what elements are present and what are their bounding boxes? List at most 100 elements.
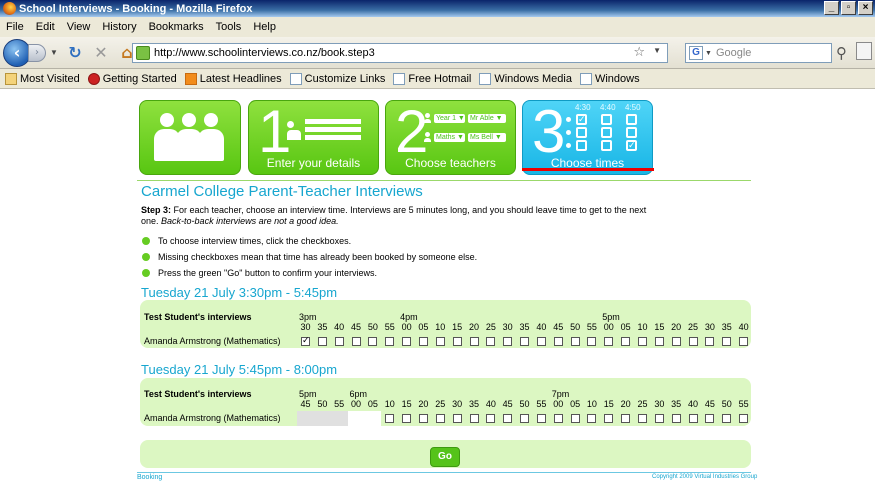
time-slot-checkbox[interactable] (638, 337, 647, 346)
time-slot-checkbox[interactable] (536, 414, 546, 423)
time-slot-checkbox[interactable] (486, 337, 496, 346)
search-engine-dropdown-icon[interactable]: ▼ (705, 50, 712, 57)
minute-label: 35 (519, 322, 530, 332)
page-icon (479, 72, 492, 85)
time-slot-checkbox[interactable] (570, 337, 580, 346)
time-slot-checkbox[interactable] (570, 414, 580, 423)
time-slot-checkbox[interactable] (503, 414, 513, 423)
bookmark-latest-headlines[interactable]: Latest Headlines (184, 72, 282, 85)
minute-label: 00 (553, 399, 564, 409)
history-dropdown-icon[interactable]: ▼ (50, 48, 58, 57)
time-slot-checkbox[interactable] (536, 337, 546, 346)
time-slot-checkbox[interactable] (621, 337, 631, 346)
address-bar[interactable]: http://www.schoolinterviews.co.nz/book.s… (132, 43, 668, 63)
time-slot-checkbox[interactable] (553, 414, 563, 423)
menu-help[interactable]: Help (253, 21, 276, 33)
time-slot-checkbox[interactable] (435, 337, 445, 346)
footer-link[interactable]: Booking (137, 474, 162, 481)
minimize-icon[interactable]: _ (824, 1, 839, 15)
search-go-icon[interactable]: ⚲ (836, 44, 847, 62)
time-slot-checkbox[interactable] (688, 337, 698, 346)
time-slot-checkbox[interactable] (486, 414, 496, 423)
time-slot-checkbox[interactable] (587, 337, 597, 346)
time-slot-checkbox[interactable] (418, 414, 428, 423)
time-slot-checkbox[interactable] (722, 414, 732, 423)
minute-label: 45 (704, 399, 715, 409)
menu-bookmarks[interactable]: Bookmarks (149, 21, 204, 33)
logo-people[interactable] (139, 100, 241, 175)
minute-label: 25 (637, 399, 648, 409)
minute-label: 50 (570, 322, 581, 332)
reload-icon[interactable]: ↻ (64, 42, 86, 64)
search-placeholder[interactable]: Google (716, 47, 751, 59)
time-slot-checkbox[interactable] (452, 414, 462, 423)
bookmark-windows-media[interactable]: Windows Media (479, 72, 572, 85)
close-icon[interactable]: × (858, 1, 873, 15)
time-slot-checkbox[interactable] (503, 337, 513, 346)
minute-label: 30 (704, 322, 715, 332)
menu-edit[interactable]: Edit (36, 21, 55, 33)
maximize-icon[interactable]: ▫ (841, 1, 856, 15)
time-slot-checkbox[interactable] (671, 337, 681, 346)
menu-view[interactable]: View (67, 21, 91, 33)
time-slot-checkbox[interactable] (469, 337, 479, 346)
time-slot-checkbox[interactable] (469, 414, 479, 423)
bookmark-free-hotmail[interactable]: Free Hotmail (393, 72, 471, 85)
time-slot-checkbox[interactable] (739, 337, 749, 346)
menu-history[interactable]: History (102, 21, 136, 33)
menu-tools[interactable]: Tools (216, 21, 242, 33)
bookmark-most-visited[interactable]: Most Visited (5, 72, 80, 85)
search-bar[interactable]: G ▼ Google (685, 43, 832, 63)
time-slot-checkbox[interactable] (402, 414, 412, 423)
time-slot-checkbox-checked[interactable]: ✓ (301, 337, 310, 346)
time-slot-checkbox[interactable] (604, 414, 614, 423)
time-slot-checkbox[interactable] (688, 414, 698, 423)
bookmark-windows[interactable]: Windows (579, 72, 640, 85)
person-icon (425, 113, 430, 118)
time-slot-checkbox[interactable] (638, 414, 647, 423)
time-slot-checkbox[interactable] (351, 337, 361, 346)
google-icon[interactable]: G (689, 46, 703, 60)
go-button[interactable]: Go (430, 447, 460, 467)
time-label: 4:40 (600, 103, 616, 112)
rss-icon (184, 72, 197, 85)
time-slot-checkbox[interactable] (722, 337, 732, 346)
time-slot-checkbox[interactable] (654, 414, 664, 423)
time-slot-checkbox[interactable] (705, 414, 715, 423)
bookmark-customize-links[interactable]: Customize Links (289, 72, 385, 85)
time-slot-checkbox[interactable] (520, 337, 530, 346)
empty-box-icon (601, 114, 612, 125)
time-slot-checkbox[interactable] (739, 414, 749, 423)
time-slot-checkbox[interactable] (334, 337, 344, 346)
step-2-choose-teachers[interactable]: 2 Year 1 ▼ Mr Able ▼ Maths ▼ Ms Bell ▼ C… (385, 100, 516, 175)
time-slot-checkbox[interactable] (621, 414, 631, 423)
bookmark-star-icon[interactable]: ☆ (633, 45, 645, 60)
time-slot-checkbox[interactable] (385, 414, 395, 423)
time-slot-checkbox[interactable] (435, 414, 445, 423)
time-slot-checkbox[interactable] (654, 337, 664, 346)
time-slot-checkbox[interactable] (705, 337, 715, 346)
time-slot-checkbox[interactable] (604, 337, 614, 346)
bullet-item: Press the green "Go" button to confirm y… (142, 268, 377, 278)
step-1-enter-details[interactable]: 1 Enter your details (248, 100, 379, 175)
forward-button[interactable]: › (28, 43, 46, 62)
time-slot-checkbox[interactable] (452, 337, 462, 346)
new-window-icon[interactable] (856, 42, 872, 60)
time-slot-checkbox[interactable] (587, 414, 597, 423)
stop-icon[interactable]: ✕ (90, 42, 112, 64)
time-slot-checkbox[interactable] (402, 337, 412, 346)
page-title: Carmel College Parent-Teacher Interviews (141, 183, 423, 200)
time-slot-checkbox[interactable] (671, 414, 681, 423)
url-dropdown-icon[interactable]: ▼ (653, 46, 661, 55)
back-button[interactable]: ‹ (3, 38, 31, 67)
time-slot-checkbox[interactable] (553, 337, 563, 346)
time-slot-checkbox[interactable] (368, 337, 378, 346)
url-text[interactable]: http://www.schoolinterviews.co.nz/book.s… (154, 47, 375, 59)
time-slot-checkbox[interactable] (418, 337, 428, 346)
menu-file[interactable]: File (6, 21, 24, 33)
time-slot-checkbox[interactable] (520, 414, 530, 423)
step-3-choose-times[interactable]: 3 4:30 4:40 4:50 ✓ ✓ Choose times (522, 100, 653, 175)
time-slot-checkbox[interactable] (385, 337, 395, 346)
bookmark-getting-started[interactable]: Getting Started (87, 72, 177, 85)
time-slot-checkbox[interactable] (317, 337, 327, 346)
